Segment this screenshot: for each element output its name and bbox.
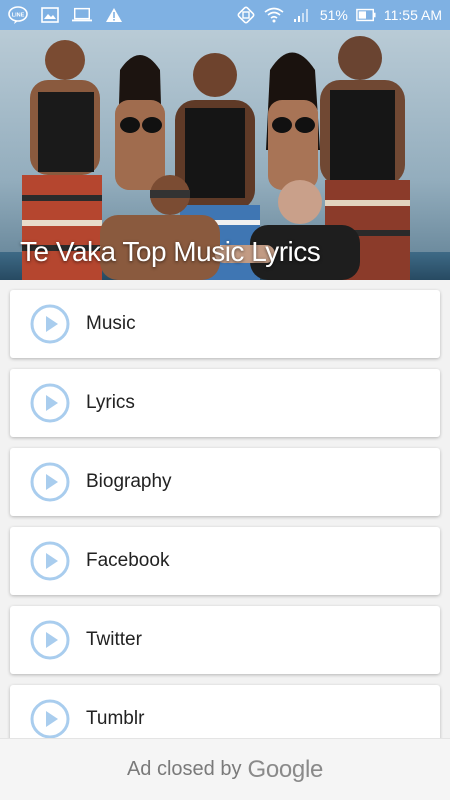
header-banner: Te Vaka Top Music Lyrics xyxy=(0,30,450,280)
menu-item-music[interactable]: Music xyxy=(10,290,440,358)
play-circle-icon xyxy=(30,304,70,344)
menu-item-biography[interactable]: Biography xyxy=(10,448,440,516)
battery-percent: 51% xyxy=(319,7,348,23)
menu-item-label: Biography xyxy=(86,471,172,492)
warning-icon xyxy=(104,5,124,25)
ad-closed-text: Ad closed by xyxy=(126,758,242,780)
menu-list: Music Lyrics Biography Facebook Twitter … xyxy=(10,290,440,764)
svg-text:LINE: LINE xyxy=(12,13,25,19)
image-icon xyxy=(40,5,60,25)
play-circle-icon xyxy=(30,462,70,502)
laptop-icon xyxy=(72,5,92,25)
app-screen: LINE 51% 11:55 AM Te Vaka Top Music Lyri… xyxy=(0,0,450,800)
menu-item-label: Facebook xyxy=(86,550,170,571)
signal-icon xyxy=(292,5,312,25)
play-circle-icon xyxy=(30,383,70,423)
menu-item-lyrics[interactable]: Lyrics xyxy=(10,369,440,437)
menu-item-label: Music xyxy=(86,313,136,334)
sync-icon xyxy=(236,5,256,25)
play-circle-icon xyxy=(30,620,70,660)
line-icon: LINE xyxy=(8,5,28,25)
clock: 11:55 AM xyxy=(383,7,442,23)
menu-item-facebook[interactable]: Facebook xyxy=(10,527,440,595)
menu-item-twitter[interactable]: Twitter xyxy=(10,606,440,674)
google-logo: Google xyxy=(247,755,324,783)
play-circle-icon xyxy=(30,699,70,739)
menu-item-label: Lyrics xyxy=(86,392,135,413)
ad-banner[interactable]: Ad closed by Google xyxy=(0,738,450,800)
wifi-icon xyxy=(264,5,284,25)
page-title: Te Vaka Top Music Lyrics xyxy=(20,236,321,267)
status-bar: LINE 51% 11:55 AM xyxy=(0,0,450,30)
battery-icon xyxy=(356,5,376,25)
menu-item-label: Tumblr xyxy=(86,708,145,729)
menu-item-label: Twitter xyxy=(86,629,142,650)
play-circle-icon xyxy=(30,541,70,581)
